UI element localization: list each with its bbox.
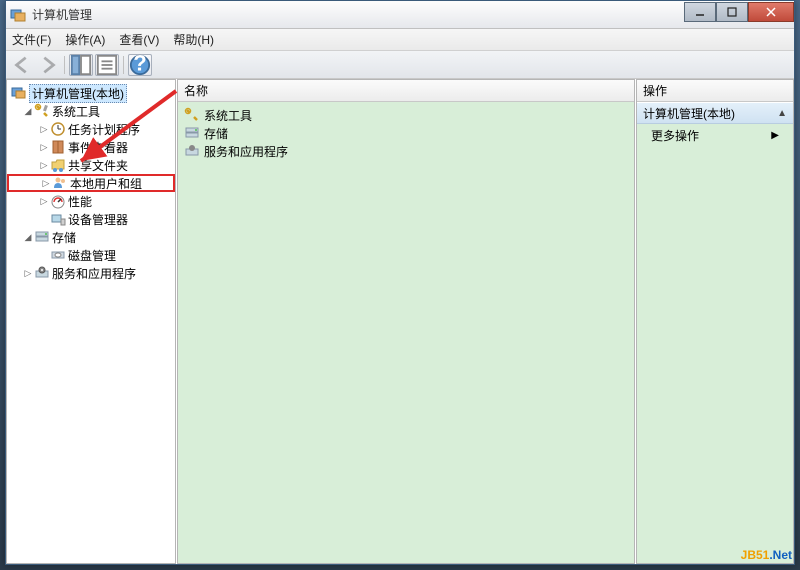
list-item-system-tools[interactable]: 系统工具 <box>178 106 634 124</box>
performance-icon <box>50 193 66 209</box>
toolbar-separator <box>123 56 124 74</box>
tree-item-event-viewer[interactable]: ▷ 事件查看器 <box>7 138 175 156</box>
list-label: 系统工具 <box>204 107 252 124</box>
menu-action[interactable]: 操作(A) <box>65 31 105 48</box>
content-area: 计算机管理(本地) ◢ 系统工具 ▷ 任务计划程序 ▷ 事件查看器 <box>6 79 794 564</box>
app-icon <box>10 7 26 23</box>
tree-label: 本地用户和组 <box>70 175 142 192</box>
close-button[interactable] <box>748 2 794 22</box>
list-item-services-apps[interactable]: 服务和应用程序 <box>178 142 634 160</box>
menubar: 文件(F) 操作(A) 查看(V) 帮助(H) <box>6 29 794 51</box>
tools-icon <box>184 107 200 123</box>
expand-icon[interactable]: ▷ <box>41 178 51 188</box>
menu-view[interactable]: 查看(V) <box>119 31 159 48</box>
show-hide-tree-button[interactable] <box>69 54 93 76</box>
watermark-b: .Net <box>769 548 792 562</box>
tree-label: 任务计划程序 <box>68 121 140 138</box>
menu-help[interactable]: 帮助(H) <box>173 31 214 48</box>
menu-file[interactable]: 文件(F) <box>12 31 51 48</box>
list-body: 系统工具 存储 服务和应用程序 <box>178 102 634 563</box>
tools-icon <box>34 103 50 119</box>
forward-button[interactable] <box>36 54 60 76</box>
tree-label: 服务和应用程序 <box>52 265 136 282</box>
shared-folder-icon <box>50 157 66 173</box>
tree-item-local-users-groups[interactable]: ▷ 本地用户和组 <box>7 174 175 192</box>
tree-item-disk-management[interactable]: 磁盘管理 <box>7 246 175 264</box>
disk-icon <box>50 247 66 263</box>
expand-icon[interactable]: ▷ <box>39 124 49 134</box>
tree-item-services-apps[interactable]: ▷ 服务和应用程序 <box>7 264 175 282</box>
tree-label: 事件查看器 <box>68 139 128 156</box>
expand-icon[interactable]: ▷ <box>39 142 49 152</box>
action-group-header[interactable]: 计算机管理(本地) ▲ <box>637 102 793 124</box>
minimize-button[interactable] <box>684 2 716 22</box>
computer-icon <box>11 85 27 101</box>
help-button[interactable]: ? <box>128 54 152 76</box>
action-header-label: 操作 <box>643 82 667 99</box>
expand-icon[interactable]: ▷ <box>39 196 49 206</box>
device-icon <box>50 211 66 227</box>
action-group-label: 计算机管理(本地) <box>643 105 735 122</box>
column-header-name[interactable]: 名称 <box>178 80 634 102</box>
expand-icon[interactable]: ▷ <box>23 268 33 278</box>
titlebar[interactable]: 计算机管理 <box>6 1 794 29</box>
services-icon <box>34 265 50 281</box>
submenu-arrow-icon: ▶ <box>771 130 779 141</box>
tree-label: 磁盘管理 <box>68 247 116 264</box>
toolbar-separator <box>64 56 65 74</box>
collapse-icon[interactable]: ◢ <box>23 106 33 116</box>
blank <box>39 214 49 224</box>
collapse-arrow-icon: ▲ <box>777 108 787 119</box>
svg-text:?: ? <box>133 54 146 76</box>
tree-root-computer-management[interactable]: 计算机管理(本地) <box>7 84 175 102</box>
blank <box>39 250 49 260</box>
properties-button[interactable] <box>95 54 119 76</box>
list-item-storage[interactable]: 存储 <box>178 124 634 142</box>
tree-item-device-manager[interactable]: 设备管理器 <box>7 210 175 228</box>
action-body: 计算机管理(本地) ▲ 更多操作 ▶ <box>637 102 793 563</box>
tree-label: 存储 <box>52 229 76 246</box>
window-title: 计算机管理 <box>32 6 684 23</box>
tree-label: 设备管理器 <box>68 211 128 228</box>
tree-pane: 计算机管理(本地) ◢ 系统工具 ▷ 任务计划程序 ▷ 事件查看器 <box>6 79 176 564</box>
list-label: 存储 <box>204 125 228 142</box>
navigation-tree: 计算机管理(本地) ◢ 系统工具 ▷ 任务计划程序 ▷ 事件查看器 <box>7 80 175 286</box>
storage-icon <box>184 125 200 141</box>
tree-item-storage[interactable]: ◢ 存储 <box>7 228 175 246</box>
window-buttons <box>684 2 794 22</box>
list-label: 服务和应用程序 <box>204 143 288 160</box>
tree-label: 性能 <box>68 193 92 210</box>
list-pane: 名称 系统工具 存储 服务和应用程序 <box>177 79 635 564</box>
watermark: JB51.Net <box>741 546 792 564</box>
back-button[interactable] <box>10 54 34 76</box>
storage-icon <box>34 229 50 245</box>
action-label: 更多操作 <box>651 127 699 144</box>
tree-label: 系统工具 <box>52 103 100 120</box>
column-label: 名称 <box>184 82 208 99</box>
clock-icon <box>50 121 66 137</box>
tree-item-shared-folders[interactable]: ▷ 共享文件夹 <box>7 156 175 174</box>
services-icon <box>184 143 200 159</box>
computer-management-window: 计算机管理 文件(F) 操作(A) 查看(V) 帮助(H) ? 计算机管理(本地… <box>5 0 795 565</box>
tree-label: 共享文件夹 <box>68 157 128 174</box>
book-icon <box>50 139 66 155</box>
tree-item-system-tools[interactable]: ◢ 系统工具 <box>7 102 175 120</box>
watermark-a: JB51 <box>741 548 770 562</box>
maximize-button[interactable] <box>716 2 748 22</box>
expand-icon[interactable]: ▷ <box>39 160 49 170</box>
action-pane: 操作 计算机管理(本地) ▲ 更多操作 ▶ <box>636 79 794 564</box>
action-pane-header: 操作 <box>637 80 793 102</box>
action-more-actions[interactable]: 更多操作 ▶ <box>637 124 793 146</box>
tree-label: 计算机管理(本地) <box>29 84 127 103</box>
users-icon <box>52 175 68 191</box>
collapse-icon[interactable]: ◢ <box>23 232 33 242</box>
toolbar: ? <box>6 51 794 79</box>
tree-item-task-scheduler[interactable]: ▷ 任务计划程序 <box>7 120 175 138</box>
tree-item-performance[interactable]: ▷ 性能 <box>7 192 175 210</box>
